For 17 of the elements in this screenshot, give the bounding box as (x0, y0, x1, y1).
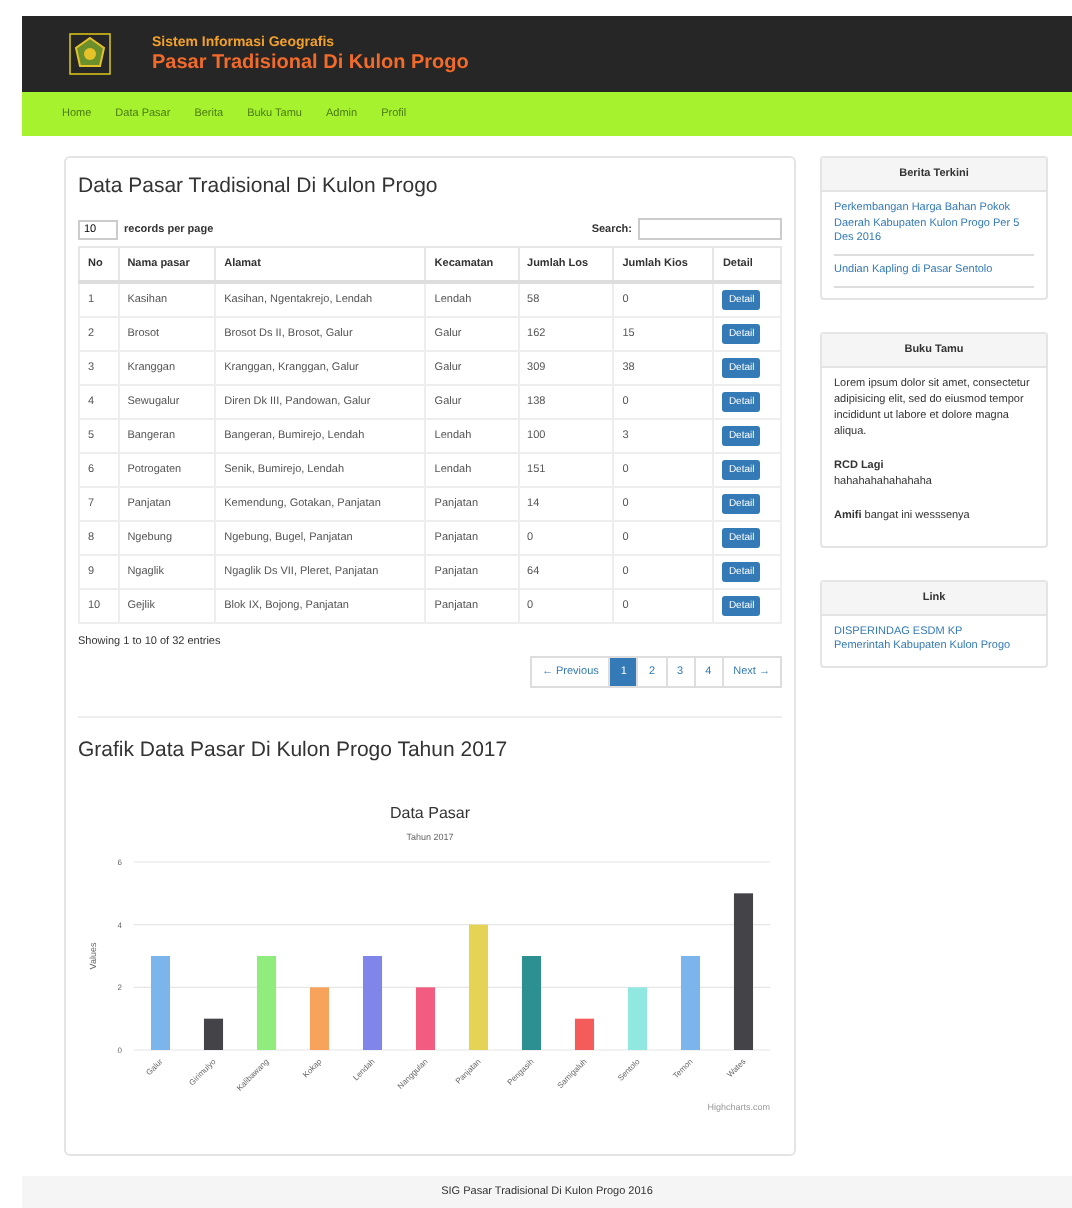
bar (256, 956, 277, 1050)
chart-title: Data Pasar (389, 804, 471, 822)
bar (521, 956, 542, 1050)
bar (627, 987, 648, 1050)
bar (362, 956, 383, 1050)
bar (574, 1018, 595, 1050)
section-heading: Data Pasar Tradisional Di Kulon Progo (78, 174, 440, 198)
bar (680, 956, 701, 1050)
bar (309, 987, 330, 1050)
bar (203, 1018, 224, 1050)
bar (150, 956, 171, 1050)
chart-heading: Grafik Data Pasar Di Kulon Progo Tahun 2017 (78, 738, 510, 762)
search-field[interactable] (638, 218, 782, 240)
bar (415, 987, 436, 1050)
bar (468, 924, 489, 1050)
emblem-icon (68, 32, 112, 76)
site-title: Pasar Tradisional Di Kulon Progo (152, 51, 469, 73)
